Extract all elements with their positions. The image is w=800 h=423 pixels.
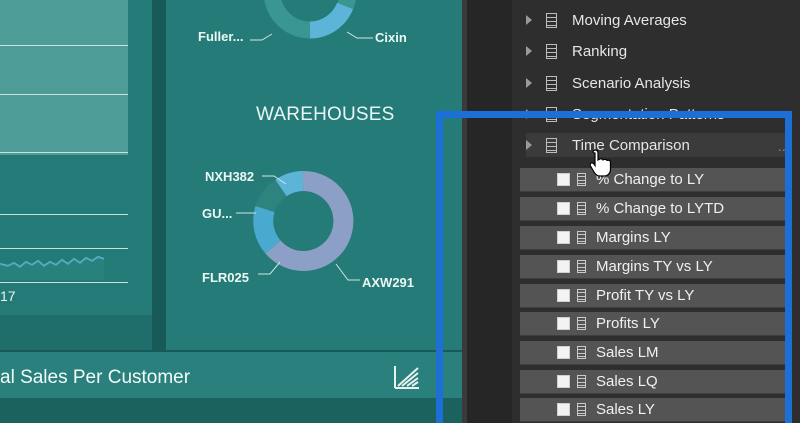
sales-trend-line [0,255,105,280]
warehouses-title: WAREHOUSES [256,104,395,125]
leader-line [335,263,360,281]
highlight-box [436,111,792,423]
leader-line [258,261,281,275]
donut-label-gu: GU... [202,206,233,221]
folder-label: Scenario Analysis [572,74,691,92]
leader-line [346,31,373,39]
visual-type-icon[interactable] [392,362,422,392]
leader-line [262,175,287,185]
gridline [0,45,128,46]
expand-arrow-icon[interactable] [526,46,532,56]
hand-cursor-icon [589,149,612,177]
donut-slice-flr025[interactable] [253,206,281,254]
folder-label: Moving Averages [572,11,687,29]
donut-slice-gu[interactable] [255,179,287,213]
gridline [0,94,128,95]
chart-area-fill [0,0,128,155]
canvas-footer-strip [0,398,462,423]
x-axis-year-label: 17 [0,288,16,304]
folder-label: Ranking [572,42,628,60]
visual-divider [152,0,166,350]
donut-label-axw291: AXW291 [362,275,415,290]
leader-line [250,33,273,41]
report-canvas: 17 Fuller... Cixin WAREHOUSES NXH382 GU.… [0,0,462,423]
gridline [0,214,128,215]
folder-table-icon [546,43,557,59]
expand-arrow-icon[interactable] [526,15,532,25]
folder-table-icon [546,12,557,28]
folder-moving-averages[interactable]: Moving Averages [526,8,790,32]
donut-label-flr025: FLR025 [202,270,249,285]
folder-scenario-analysis[interactable]: Scenario Analysis [526,71,790,95]
leader-line [236,212,256,214]
folder-table-icon [546,75,557,91]
line-chart-visual[interactable]: 17 [0,0,152,315]
folder-ranking[interactable]: Ranking [526,39,790,63]
gridline [0,152,128,153]
donut-label-nxh382: NXH382 [205,169,255,184]
expand-arrow-icon[interactable] [526,78,532,88]
sales-per-customer-title: al Sales Per Customer [0,367,191,388]
gridline [0,282,128,283]
donut-label-cixin: Cixin [375,30,407,45]
donut-label-fuller: Fuller... [198,29,244,44]
